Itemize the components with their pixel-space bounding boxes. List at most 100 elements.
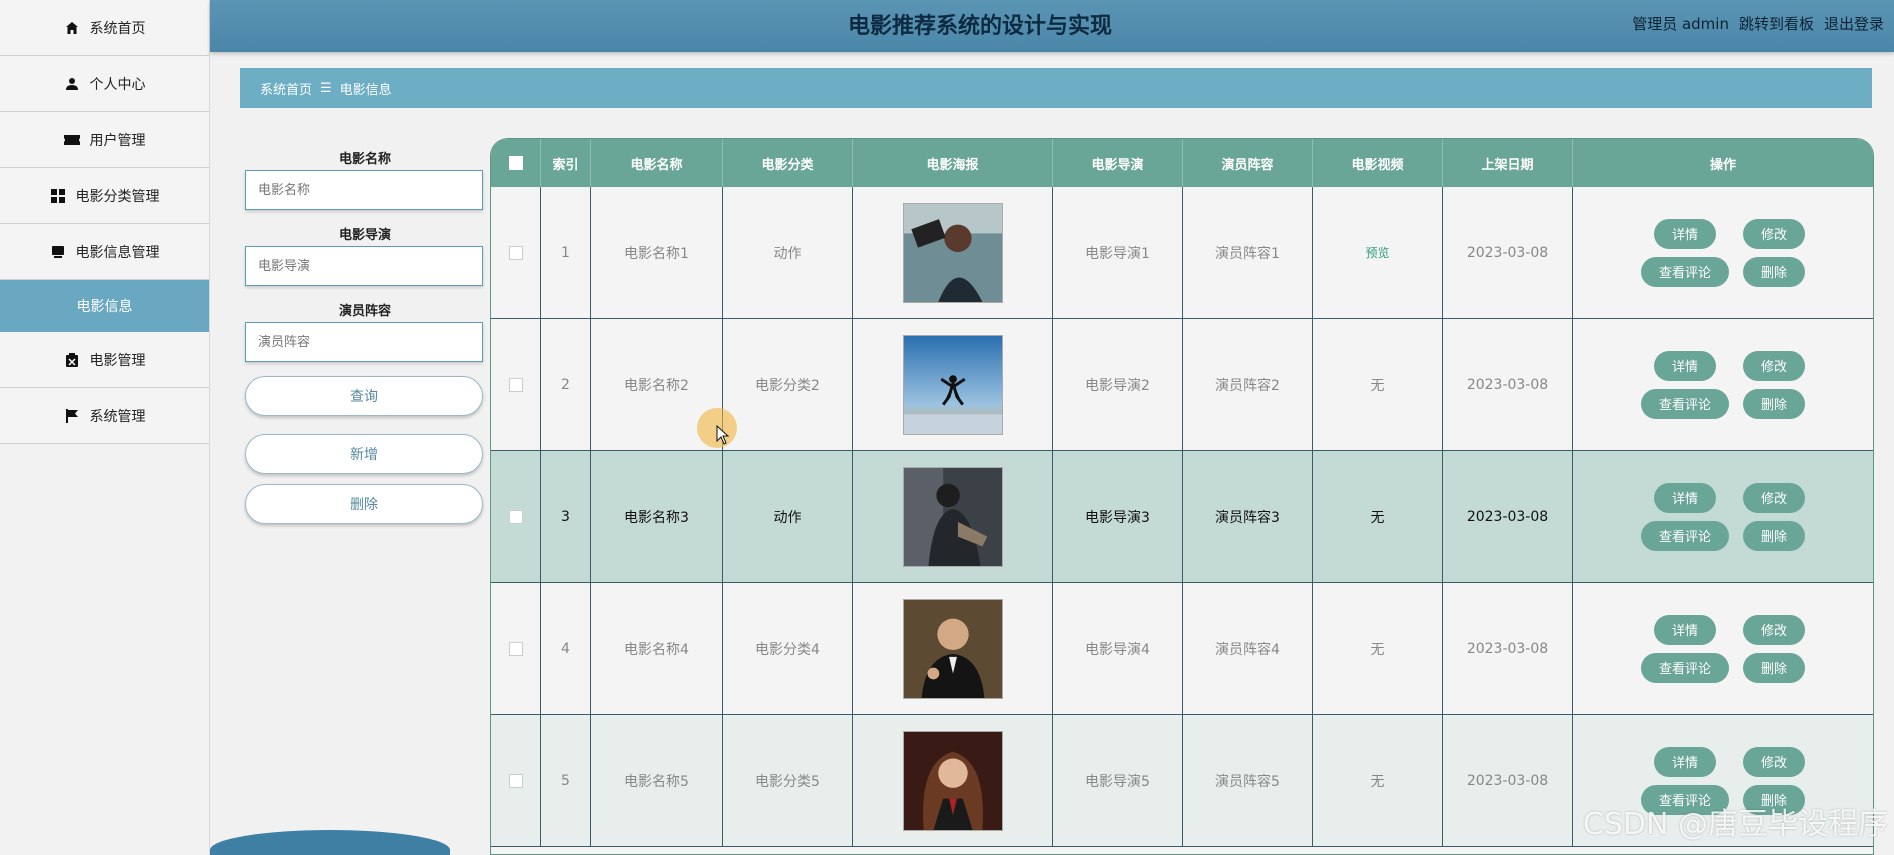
cell-cast: 演员阵容1 — [1183, 187, 1313, 318]
movie-poster — [902, 466, 1003, 567]
cast-search-input[interactable] — [245, 322, 483, 362]
sidebar-item-profile[interactable]: 个人中心 — [0, 56, 209, 112]
person-icon — [64, 76, 80, 92]
sidebar-item-movie-info-mgmt[interactable]: 电影信息管理 — [0, 224, 209, 280]
cell-category: 电影分类4 — [723, 583, 853, 714]
column-header: 索引 — [541, 139, 591, 187]
edit-button[interactable]: 修改 — [1743, 614, 1806, 645]
breadcrumb-home[interactable]: 系统首页 — [260, 79, 312, 98]
cell-director: 电影导演5 — [1053, 715, 1183, 846]
detail-button[interactable]: 详情 — [1653, 218, 1716, 249]
sidebar-item-label: 电影分类管理 — [75, 188, 160, 205]
row-checkbox[interactable] — [508, 245, 523, 260]
monitor-icon — [50, 244, 66, 260]
cell-category: 动作 — [723, 187, 853, 318]
detail-button[interactable]: 详情 — [1653, 746, 1716, 777]
cell-index: 5 — [541, 715, 591, 846]
sidebar-item-home[interactable]: 系统首页 — [0, 0, 209, 56]
view-comments-button[interactable]: 查看评论 — [1640, 520, 1729, 551]
cell-index: 3 — [541, 451, 591, 582]
decorative-wave — [210, 830, 450, 855]
edit-button[interactable]: 修改 — [1743, 218, 1806, 249]
delete-button[interactable]: 删除 — [1743, 520, 1806, 551]
cell-video: 无 — [1313, 583, 1443, 714]
sidebar-item-label: 用户管理 — [89, 132, 146, 149]
cell-cast: 演员阵容2 — [1183, 319, 1313, 450]
edit-button[interactable]: 修改 — [1743, 482, 1806, 513]
cell-category: 电影分类2 — [723, 319, 853, 450]
cell-index: 2 — [541, 319, 591, 450]
search-panel: 电影名称 电影导演 演员阵容 查询 新增 删除 — [245, 148, 485, 534]
sidebar-item-category[interactable]: 电影分类管理 — [0, 168, 209, 224]
query-button[interactable]: 查询 — [245, 376, 483, 416]
cell-video: 无 — [1313, 715, 1443, 846]
cell-date: 2023-03-08 — [1443, 187, 1573, 318]
row-checkbox[interactable] — [508, 773, 523, 788]
row-checkbox[interactable] — [508, 377, 523, 392]
video-preview-link[interactable]: 预览 — [1365, 244, 1389, 261]
cell-index: 4 — [541, 583, 591, 714]
column-header: 电影海报 — [853, 139, 1053, 187]
board-link[interactable]: 跳转到看板 — [1739, 13, 1814, 34]
header: 电影推荐系统的设计与实现 管理员 admin 跳转到看板 退出登录 — [210, 0, 1894, 52]
column-header: 电影导演 — [1053, 139, 1183, 187]
sidebar-item-label: 电影信息管理 — [75, 244, 160, 261]
header-links: 管理员 admin 跳转到看板 退出登录 — [1632, 13, 1884, 34]
cell-name: 电影名称3 — [591, 451, 723, 582]
edit-button[interactable]: 修改 — [1743, 746, 1806, 777]
sidebar-item-label: 个人中心 — [89, 76, 146, 93]
view-comments-button[interactable]: 查看评论 — [1640, 388, 1729, 419]
sidebar-item-label: 电影信息 — [76, 299, 133, 315]
sidebar-item-system[interactable]: 系统管理 — [0, 388, 209, 444]
cell-date: 2023-03-08 — [1443, 451, 1573, 582]
cell-index: 1 — [541, 187, 591, 318]
name-search-input[interactable] — [245, 170, 483, 210]
sidebar-item-movie-mgmt[interactable]: 电影管理 — [0, 332, 209, 388]
delete-button[interactable]: 删除 — [1743, 652, 1806, 683]
logout-link[interactable]: 退出登录 — [1824, 13, 1884, 34]
sidebar-item-label: 系统管理 — [89, 408, 146, 425]
add-button[interactable]: 新增 — [245, 434, 483, 474]
sidebar-item-movie-info[interactable]: 电影信息 — [0, 280, 209, 332]
cell-category: 动作 — [723, 451, 853, 582]
movie-poster — [902, 598, 1003, 699]
row-checkbox[interactable] — [508, 641, 523, 656]
cell-director: 电影导演1 — [1053, 187, 1183, 318]
edit-button[interactable]: 修改 — [1743, 350, 1806, 381]
breadcrumb: 系统首页 ☰ 电影信息 — [240, 68, 1872, 108]
current-user: 管理员 admin — [1632, 15, 1729, 33]
sidebar-item-label: 电影管理 — [89, 352, 146, 369]
director-label: 电影导演 — [338, 228, 391, 243]
detail-button[interactable]: 详情 — [1653, 482, 1716, 513]
sidebar: 系统首页 个人中心 用户管理 电影分类管理 电影信息管理 电影信息 电影管理 系… — [0, 0, 210, 855]
table-row: 3 电影名称3 动作 电影导演3 演员阵容3 无 2023-03-08 详情 修… — [491, 451, 1873, 583]
batch-delete-button[interactable]: 删除 — [245, 484, 483, 524]
column-header: 操作 — [1709, 157, 1736, 173]
cell-cast: 演员阵容4 — [1183, 583, 1313, 714]
page-title: 电影推荐系统的设计与实现 — [847, 14, 1112, 39]
cell-date: 2023-03-08 — [1443, 715, 1573, 846]
column-header: 电影名称 — [591, 139, 723, 187]
cell-video: 无 — [1313, 319, 1443, 450]
flag-icon — [64, 408, 80, 424]
cell-director: 电影导演4 — [1053, 583, 1183, 714]
select-all-cell — [491, 139, 541, 187]
view-comments-button[interactable]: 查看评论 — [1640, 256, 1729, 287]
home-icon — [64, 20, 80, 36]
detail-button[interactable]: 详情 — [1653, 614, 1716, 645]
sidebar-item-users[interactable]: 用户管理 — [0, 112, 209, 168]
cell-name: 电影名称5 — [591, 715, 723, 846]
sidebar-item-label: 系统首页 — [89, 20, 146, 37]
select-all-checkbox[interactable] — [508, 156, 523, 170]
detail-button[interactable]: 详情 — [1653, 350, 1716, 381]
delete-button[interactable]: 删除 — [1743, 388, 1806, 419]
column-header: 电影视频 — [1313, 139, 1443, 187]
clipboard-icon — [64, 352, 80, 368]
view-comments-button[interactable]: 查看评论 — [1640, 652, 1729, 683]
delete-button[interactable]: 删除 — [1743, 256, 1806, 287]
breadcrumb-separator: ☰ — [320, 80, 332, 96]
cell-name: 电影名称1 — [591, 187, 723, 318]
row-checkbox[interactable] — [508, 509, 523, 524]
director-search-input[interactable] — [245, 246, 483, 286]
cell-name: 电影名称4 — [591, 583, 723, 714]
